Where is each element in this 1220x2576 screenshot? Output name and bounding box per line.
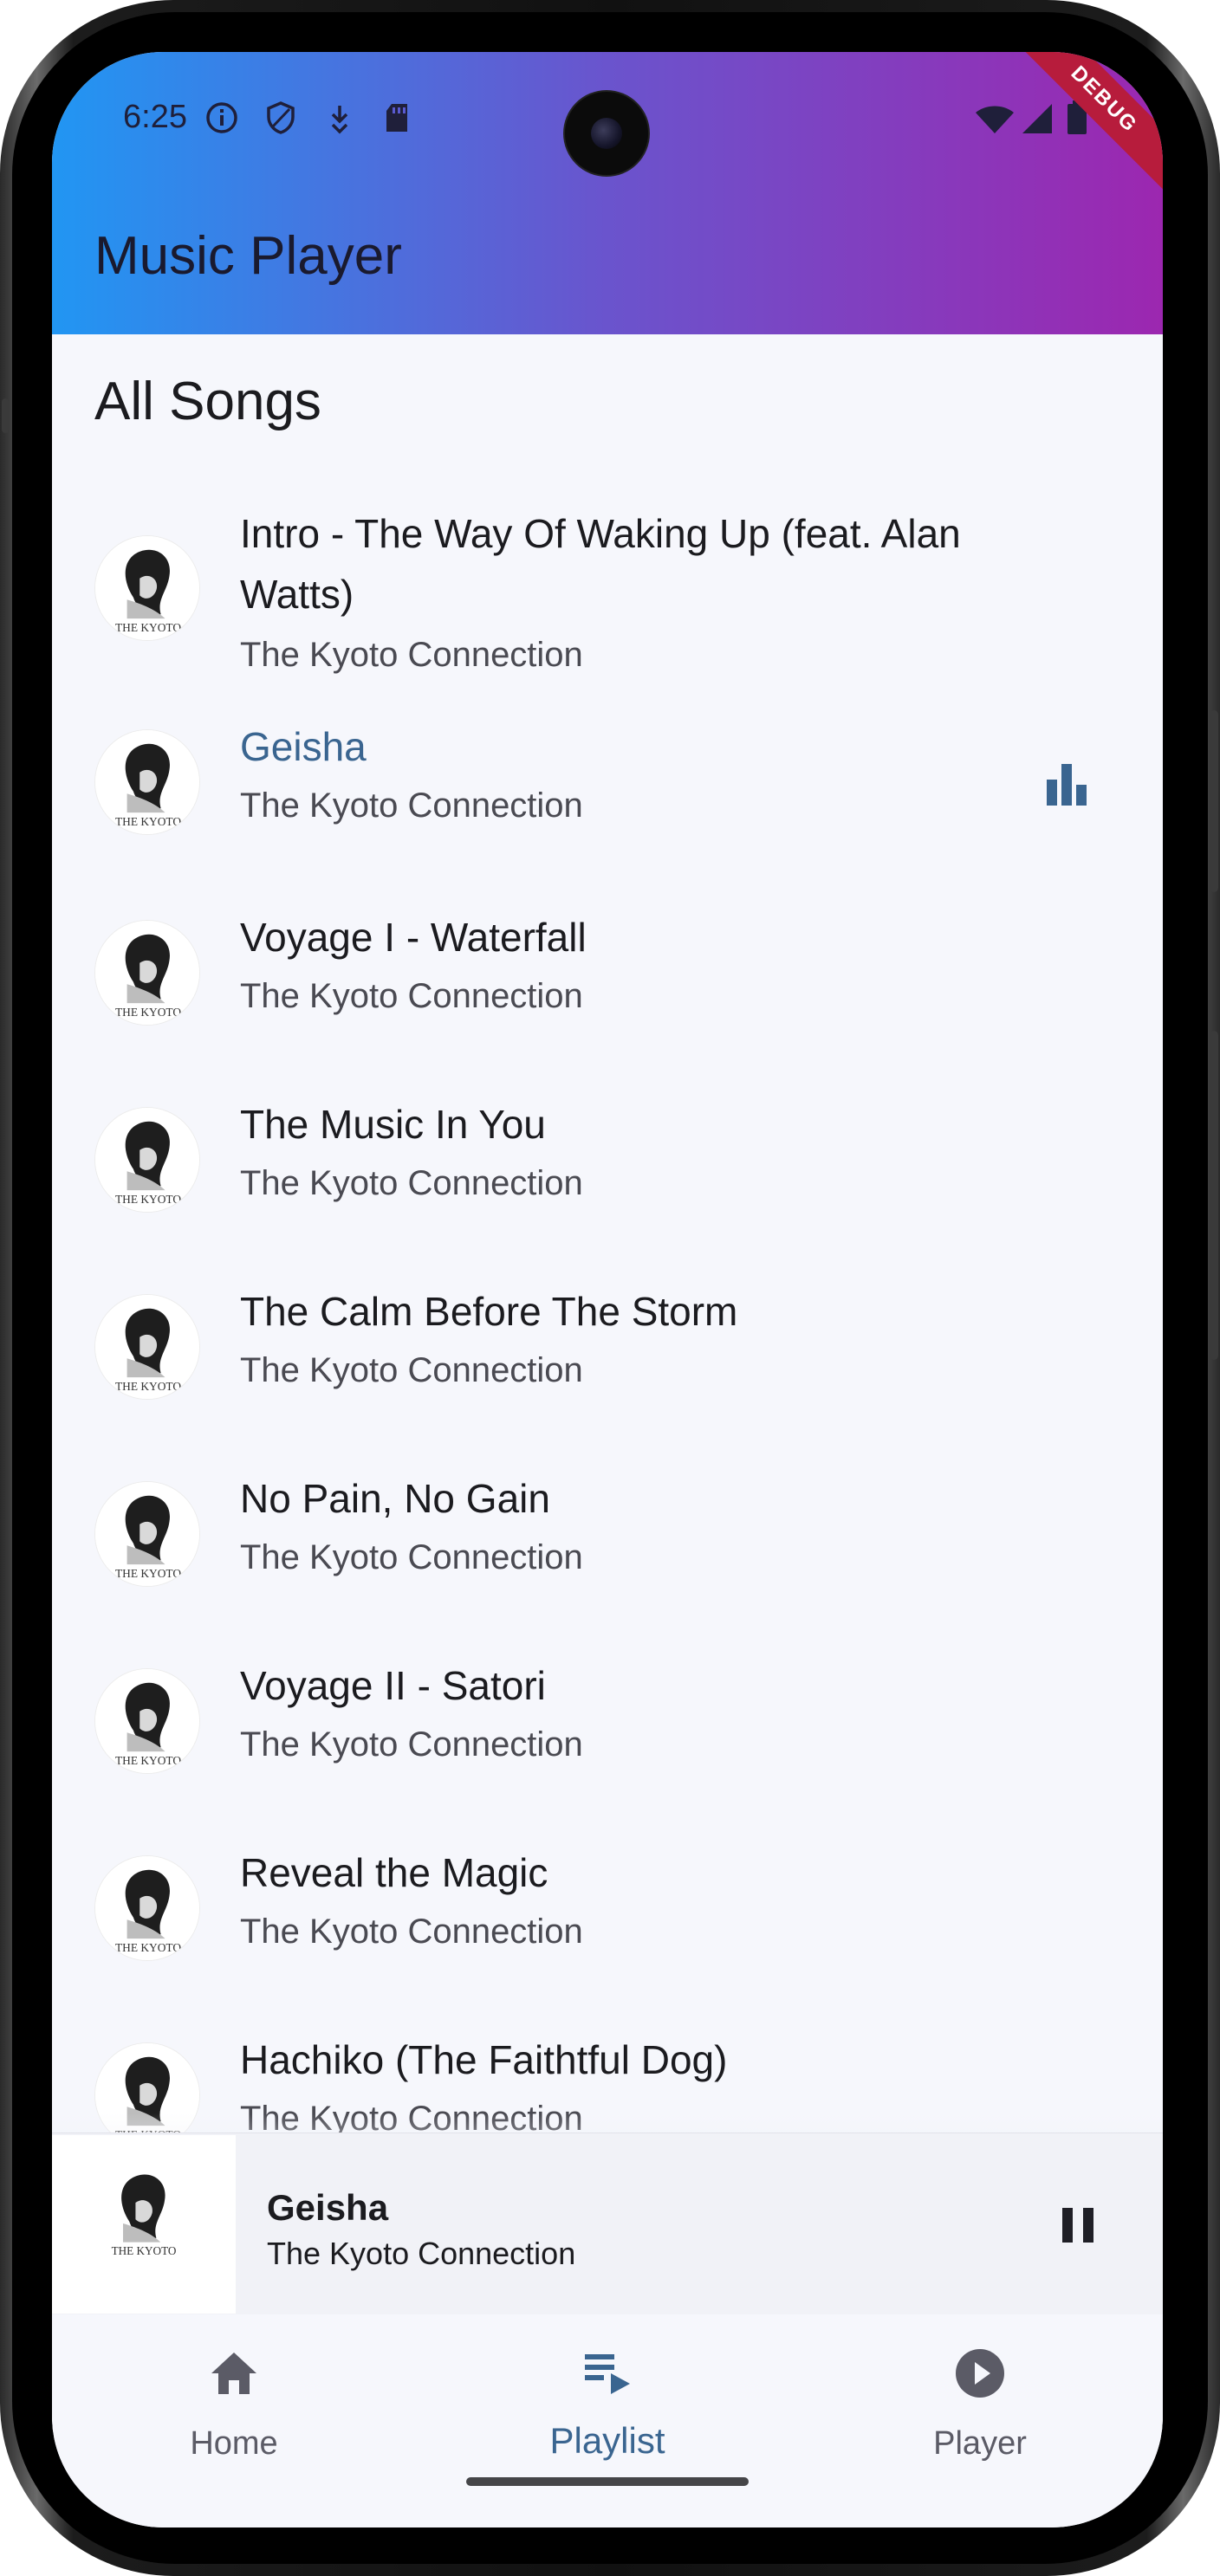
app-title: Music Player xyxy=(94,226,402,286)
info-icon xyxy=(206,102,237,133)
song-title: No Pain, No Gain xyxy=(240,1476,550,1521)
svg-text:THE KYOTO: THE KYOTO xyxy=(112,2244,177,2257)
song-item[interactable]: THE KYOTO The Music In You The Kyoto Con… xyxy=(52,1062,1163,1235)
svg-text:THE KYOTO: THE KYOTO xyxy=(115,1941,181,1954)
album-art-image: THE KYOTO xyxy=(95,1482,199,1586)
song-item[interactable]: THE KYOTO Voyage I - Waterfall The Kyoto… xyxy=(52,875,1163,1048)
svg-text:THE KYOTO: THE KYOTO xyxy=(115,1380,181,1393)
song-list[interactable]: THE KYOTO Intro - The Way Of Waking Up (… xyxy=(52,502,1163,2176)
album-art: THE KYOTO xyxy=(94,1855,200,1961)
home-icon xyxy=(211,2353,256,2394)
status-time: 6:25 xyxy=(123,99,187,135)
song-title: The Music In You xyxy=(240,1102,546,1147)
song-item[interactable]: THE KYOTO Voyage II - Satori The Kyoto C… xyxy=(52,1623,1163,1796)
mini-player[interactable]: THE KYOTO Geisha The Kyoto Connection xyxy=(52,2133,1163,2314)
shield-icon xyxy=(267,101,295,134)
svg-text:THE KYOTO: THE KYOTO xyxy=(115,1567,181,1580)
song-title: Voyage II - Satori xyxy=(240,1663,546,1708)
section-title: All Songs xyxy=(94,372,321,431)
playlist-play-icon xyxy=(585,2354,630,2394)
album-art: THE KYOTO xyxy=(94,1107,200,1213)
app-bar: 6:25 DEBUG Music Player xyxy=(52,52,1163,334)
album-art: THE KYOTO xyxy=(94,1294,200,1400)
album-art: THE KYOTO xyxy=(94,535,200,641)
song-artist: The Kyoto Connection xyxy=(240,1164,583,1202)
album-art-image: THE KYOTO xyxy=(95,1295,199,1399)
volume-button xyxy=(1210,710,1218,892)
song-title: Hachiko (The Faithtful Dog) xyxy=(240,2037,728,2082)
svg-text:THE KYOTO: THE KYOTO xyxy=(115,1193,181,1206)
album-art-image: THE KYOTO xyxy=(95,536,199,640)
album-art-image: THE KYOTO xyxy=(92,2161,196,2265)
nav-player-label: Player xyxy=(933,2425,1027,2462)
equalizer-icon xyxy=(1047,764,1087,806)
nav-home-label: Home xyxy=(190,2425,278,2462)
power-button xyxy=(1210,1031,1218,1360)
screen: 6:25 DEBUG Music Player All Songs THE KY… xyxy=(52,52,1163,2527)
song-title: Geisha xyxy=(240,724,367,769)
nav-player[interactable]: Player xyxy=(841,2314,1119,2488)
song-artist: The Kyoto Connection xyxy=(240,977,583,1015)
home-indicator[interactable] xyxy=(466,2477,749,2486)
wifi-icon xyxy=(976,106,1014,133)
song-artist: The Kyoto Connection xyxy=(240,786,583,825)
song-title: Voyage I - Waterfall xyxy=(240,915,587,960)
album-art-image: THE KYOTO xyxy=(95,730,199,834)
mini-player-album-art: THE KYOTO xyxy=(52,2135,236,2314)
nav-playlist[interactable]: Playlist xyxy=(469,2314,746,2488)
song-item[interactable]: THE KYOTO Intro - The Way Of Waking Up (… xyxy=(52,502,1163,674)
song-item-playing[interactable]: THE KYOTO Geisha The Kyoto Connection xyxy=(52,684,1163,858)
album-art: THE KYOTO xyxy=(94,1481,200,1587)
album-art: THE KYOTO xyxy=(94,729,200,835)
signal-icon xyxy=(1022,104,1052,133)
sd-card-icon xyxy=(386,104,407,132)
album-art: THE KYOTO xyxy=(94,1668,200,1774)
album-art-image: THE KYOTO xyxy=(95,1856,199,1960)
play-circle-icon xyxy=(956,2349,1004,2398)
pause-icon[interactable] xyxy=(1057,2204,1099,2246)
song-title: Reveal the Magic xyxy=(240,1850,548,1895)
svg-text:THE KYOTO: THE KYOTO xyxy=(115,815,181,828)
left-button xyxy=(2,398,9,433)
album-art: THE KYOTO xyxy=(94,920,200,1026)
song-artist: The Kyoto Connection xyxy=(240,636,583,674)
song-item[interactable]: THE KYOTO No Pain, No Gain The Kyoto Con… xyxy=(52,1436,1163,1609)
album-art-image: THE KYOTO xyxy=(95,1108,199,1212)
bottom-navigation: Home Playlist Player xyxy=(52,2314,1163,2527)
song-title: Intro - The Way Of Waking Up (feat. Alan xyxy=(240,511,961,556)
song-artist: The Kyoto Connection xyxy=(240,1351,583,1389)
song-item[interactable]: THE KYOTO Reveal the Magic The Kyoto Con… xyxy=(52,1810,1163,1984)
song-title: The Calm Before The Storm xyxy=(240,1289,738,1334)
download-icon xyxy=(331,106,348,134)
album-art-image: THE KYOTO xyxy=(95,921,199,1025)
song-artist: The Kyoto Connection xyxy=(240,1913,583,1951)
album-art-image: THE KYOTO xyxy=(95,1669,199,1773)
front-camera xyxy=(565,92,648,175)
svg-text:THE KYOTO: THE KYOTO xyxy=(115,621,181,634)
svg-text:THE KYOTO: THE KYOTO xyxy=(115,1006,181,1019)
song-artist: The Kyoto Connection xyxy=(240,1538,583,1576)
svg-text:THE KYOTO: THE KYOTO xyxy=(115,1754,181,1767)
song-item[interactable]: THE KYOTO The Calm Before The Storm The … xyxy=(52,1249,1163,1422)
song-artist: The Kyoto Connection xyxy=(240,1725,583,1764)
song-title-line2: Watts) xyxy=(240,572,354,617)
mini-player-title: Geisha xyxy=(267,2187,389,2228)
nav-home[interactable]: Home xyxy=(95,2314,373,2488)
nav-playlist-label: Playlist xyxy=(549,2420,665,2461)
mini-player-artist: The Kyoto Connection xyxy=(267,2236,576,2271)
